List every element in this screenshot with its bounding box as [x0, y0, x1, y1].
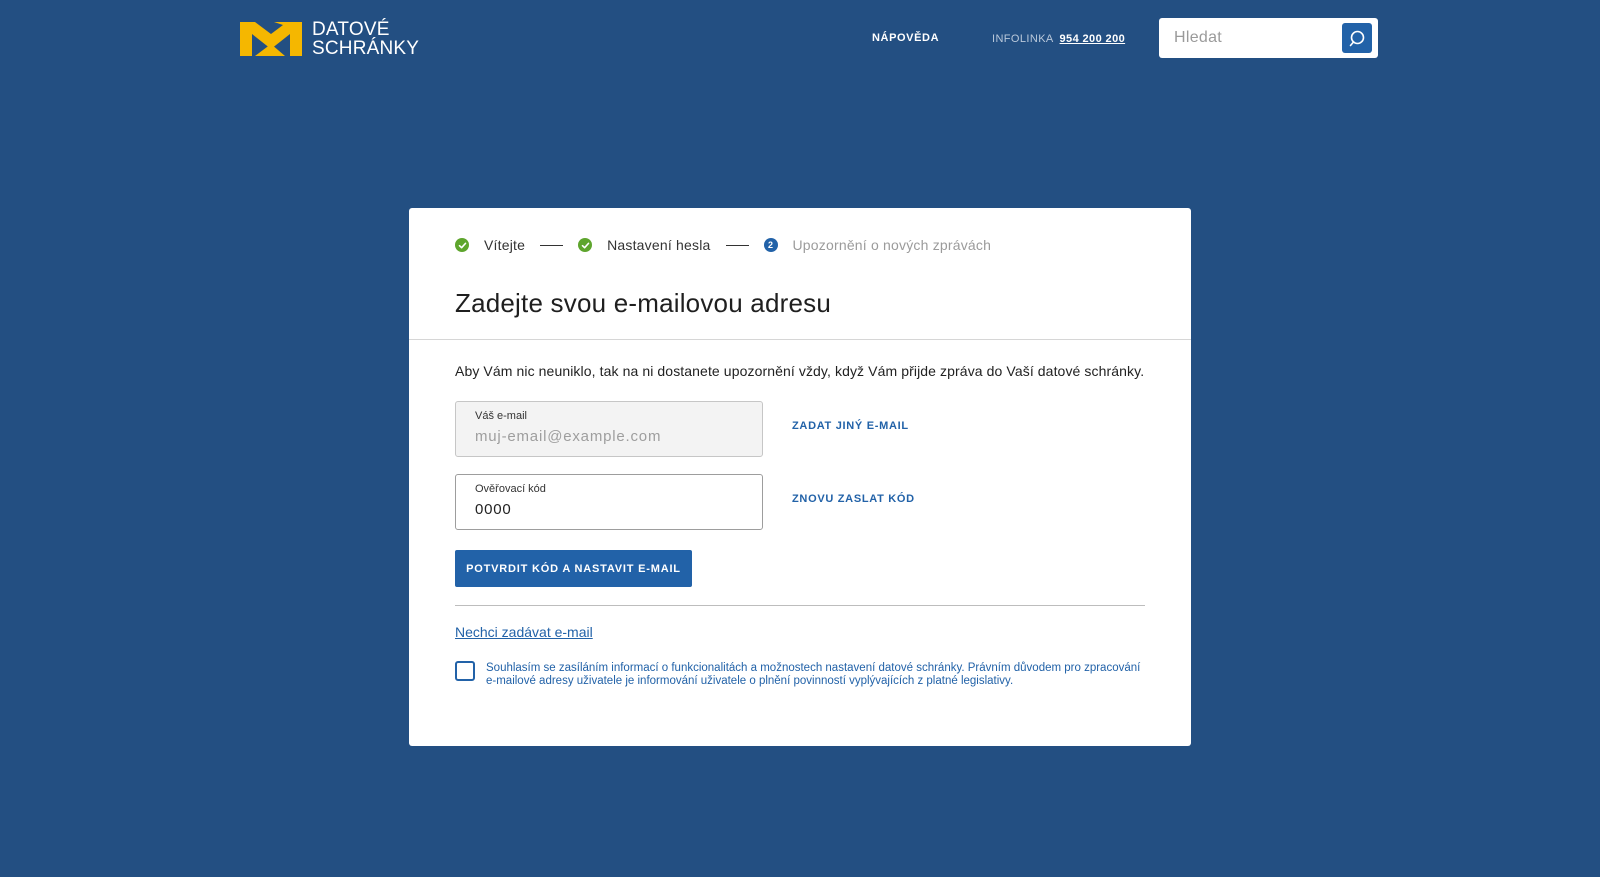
- help-link[interactable]: NÁPOVĚDA: [872, 32, 939, 44]
- consent-row: Souhlasím se zasíláním informací o funkc…: [455, 661, 1145, 687]
- intro-text: Aby Vám nic neuniklo, tak na ni dostanet…: [455, 363, 1145, 379]
- page-title: Zadejte svou e-mailovou adresu: [455, 288, 831, 318]
- step-label: Upozornění o nových zprávách: [792, 237, 992, 253]
- email-setup-card: Vítejte Nastavení hesla 2 Upozornění o n…: [409, 208, 1191, 746]
- step-label: Vítejte: [484, 237, 526, 253]
- infoline-number[interactable]: 954 200 200: [1060, 33, 1126, 45]
- consent-checkbox[interactable]: [455, 661, 475, 681]
- code-field-label: Ověřovací kód: [475, 483, 546, 495]
- email-input[interactable]: [475, 425, 745, 447]
- confirm-code-button[interactable]: POTVRDIT KÓD A NASTAVIT E-MAIL: [455, 550, 692, 587]
- step-number-badge: 2: [763, 238, 778, 252]
- search-button[interactable]: [1342, 23, 1372, 53]
- resend-code-link[interactable]: ZNOVU ZASLAT KÓD: [792, 493, 915, 505]
- step-notifications: 2 Upozornění o nových zprávách: [763, 237, 992, 253]
- email-field-label: Váš e-mail: [475, 410, 527, 422]
- logo-line-1: DATOVÉ: [312, 19, 390, 40]
- card-header: Vítejte Nastavení hesla 2 Upozornění o n…: [409, 208, 1191, 340]
- stepper: Vítejte Nastavení hesla 2 Upozornění o n…: [455, 237, 991, 253]
- search-input[interactable]: [1159, 18, 1335, 58]
- logo-arrows-icon: [240, 22, 302, 56]
- step-welcome: Vítejte: [455, 237, 525, 253]
- verification-code-input[interactable]: [475, 498, 745, 520]
- search-icon: [1349, 30, 1364, 46]
- consent-text[interactable]: Souhlasím se zasíláním informací o funkc…: [486, 662, 1145, 687]
- verification-code-field[interactable]: Ověřovací kód: [455, 474, 763, 530]
- step-password: Nastavení hesla: [578, 237, 710, 253]
- check-icon: [455, 238, 469, 252]
- logo-text: DATOVÉ SCHRÁNKY: [312, 20, 419, 58]
- email-field[interactable]: Váš e-mail: [455, 401, 763, 457]
- search-box: [1159, 18, 1378, 58]
- step-connector: [540, 244, 564, 246]
- check-icon: [578, 238, 593, 252]
- skip-email-link[interactable]: Nechci zadávat e-mail: [455, 624, 593, 640]
- step-connector: [725, 244, 749, 246]
- logo-line-2: SCHRÁNKY: [312, 38, 420, 59]
- divider: [455, 605, 1145, 606]
- change-email-link[interactable]: ZADAT JINÝ E-MAIL: [792, 420, 909, 432]
- step-label: Nastavení hesla: [607, 237, 711, 253]
- infoline: INFOLINKA 954 200 200: [992, 33, 1125, 45]
- infoline-label: INFOLINKA: [992, 33, 1054, 45]
- logo[interactable]: DATOVÉ SCHRÁNKY: [240, 20, 419, 58]
